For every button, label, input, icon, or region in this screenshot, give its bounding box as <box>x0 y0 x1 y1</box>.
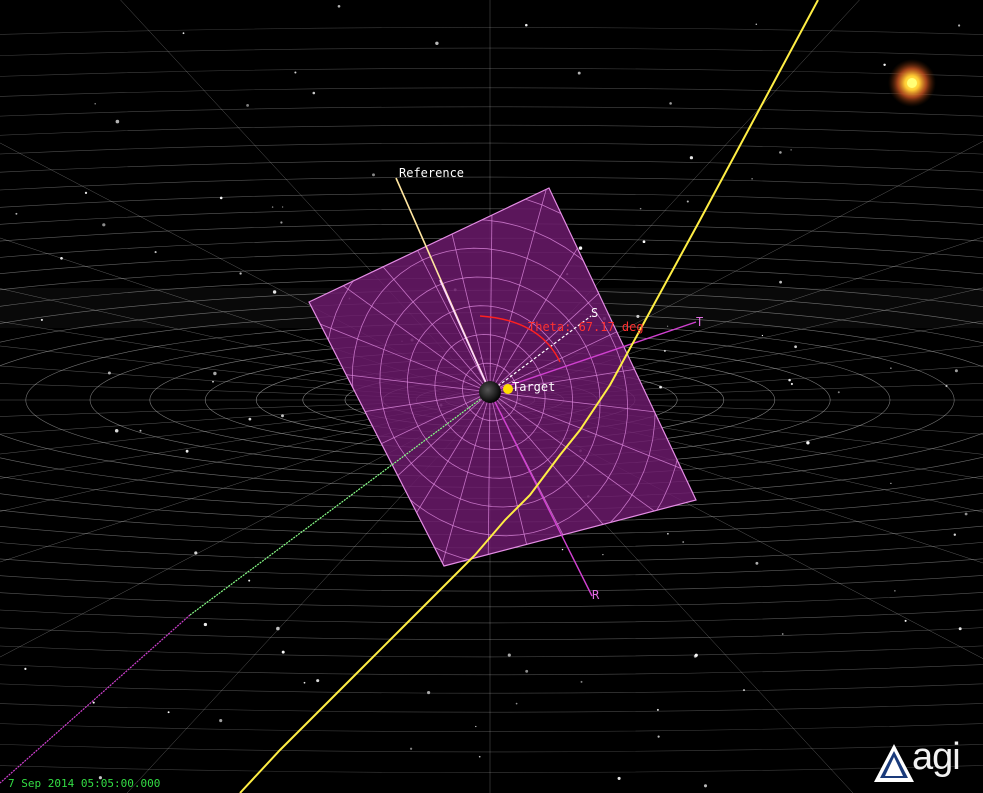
star <box>372 173 375 177</box>
star <box>248 417 252 421</box>
star <box>656 708 659 711</box>
star <box>337 4 341 8</box>
star <box>755 23 758 25</box>
star <box>515 702 518 705</box>
star <box>667 532 669 535</box>
r-axis-label: R <box>592 588 600 602</box>
star <box>954 369 958 373</box>
star <box>115 119 120 124</box>
star <box>219 719 223 723</box>
s-axis-label: S <box>591 306 598 320</box>
star <box>703 784 708 788</box>
star <box>246 104 250 107</box>
star <box>312 91 316 95</box>
star <box>794 345 797 349</box>
theta-label: Theta: 67.17 deg <box>528 320 644 334</box>
star <box>837 391 840 394</box>
star <box>689 156 694 160</box>
star <box>219 196 223 200</box>
star <box>602 553 604 556</box>
star <box>167 711 170 714</box>
star <box>94 103 96 105</box>
star <box>154 251 157 254</box>
star <box>790 382 793 386</box>
planet-icon[interactable] <box>479 381 501 403</box>
star <box>239 272 242 275</box>
star <box>577 71 581 75</box>
star <box>212 380 214 383</box>
star <box>92 701 95 704</box>
star <box>682 541 685 543</box>
star <box>781 633 784 635</box>
t-axis-label: T <box>696 315 703 329</box>
star <box>779 280 782 284</box>
star <box>639 207 642 210</box>
star <box>561 548 564 551</box>
star <box>102 223 106 227</box>
star <box>15 212 18 215</box>
star <box>642 240 646 244</box>
star <box>281 414 284 418</box>
star <box>213 371 217 376</box>
star <box>475 725 477 728</box>
star <box>84 191 88 195</box>
star <box>964 512 968 516</box>
star <box>779 151 782 154</box>
star <box>894 590 896 592</box>
star <box>281 206 284 208</box>
star <box>294 71 297 74</box>
star <box>316 679 320 683</box>
star <box>139 429 142 432</box>
star <box>427 691 431 695</box>
star <box>755 561 759 565</box>
star <box>890 482 892 485</box>
star <box>958 24 961 27</box>
star <box>580 680 583 683</box>
logo-text: agi <box>912 736 961 778</box>
star <box>114 428 119 433</box>
star <box>281 650 285 654</box>
star <box>280 221 283 224</box>
star <box>751 178 753 180</box>
star <box>890 367 892 369</box>
star <box>806 441 810 445</box>
star <box>185 449 189 453</box>
star <box>578 246 583 250</box>
star <box>248 579 251 582</box>
timestamp: 7 Sep 2014 05:05:00.000 <box>8 777 161 790</box>
reference-label: Reference <box>399 166 464 180</box>
star <box>525 23 528 27</box>
sun-icon[interactable] <box>888 59 936 107</box>
star <box>904 619 907 622</box>
star <box>435 41 439 46</box>
star <box>507 653 511 657</box>
star <box>953 533 956 536</box>
star <box>669 102 672 105</box>
3d-scene[interactable]: Reference S T R Theta: 67.17 deg Target <box>0 0 983 793</box>
star <box>657 735 660 738</box>
star <box>525 669 529 673</box>
incoming-asymptote-magenta <box>0 614 191 784</box>
star <box>409 747 413 750</box>
star <box>883 63 886 67</box>
star <box>203 622 208 627</box>
agi-logo: agi <box>872 736 976 784</box>
star <box>790 149 792 151</box>
star <box>24 667 27 671</box>
star <box>761 334 764 337</box>
star <box>686 200 689 203</box>
star <box>271 206 274 208</box>
star <box>617 776 621 780</box>
star <box>478 755 481 758</box>
target-label: Target <box>512 380 555 394</box>
star <box>182 32 185 35</box>
agi-logo-icon <box>874 744 914 782</box>
star <box>303 681 306 684</box>
star <box>107 371 111 375</box>
